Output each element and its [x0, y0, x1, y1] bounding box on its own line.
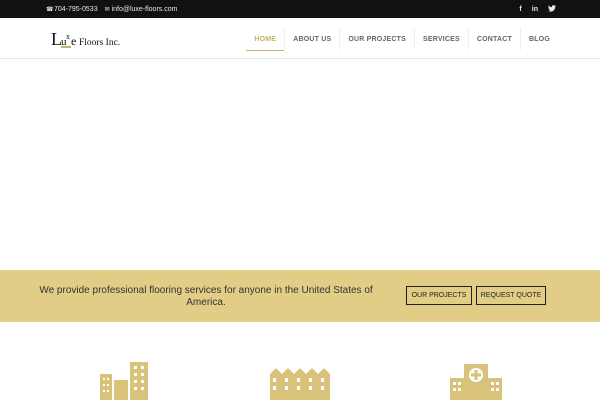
svg-text:e: e — [71, 34, 76, 48]
contact-info: ☎ 704-795-0533 ✉ info@luxe-floors.com — [46, 0, 183, 18]
nav-our-projects[interactable]: OUR PROJECTS — [339, 28, 414, 50]
email-item[interactable]: ✉ info@luxe-floors.com — [104, 6, 178, 13]
site-logo[interactable]: L u x e Floors Inc. — [51, 28, 123, 50]
nav-blog[interactable]: BLOG — [519, 28, 558, 50]
our-projects-button[interactable]: OUR PROJECTS — [406, 286, 472, 305]
nav-about-us[interactable]: ABOUT US — [284, 28, 339, 50]
phone-item[interactable]: ☎ 704-795-0533 — [46, 6, 98, 13]
commercial-buildings-icon — [100, 362, 148, 400]
facebook-icon[interactable]: f — [519, 6, 521, 13]
svg-text:Floors Inc.: Floors Inc. — [79, 38, 120, 48]
phone-icon: ☎ — [46, 6, 54, 13]
apartment-buildings-icon — [270, 368, 330, 400]
top-bar: ☎ 704-795-0533 ✉ info@luxe-floors.com f … — [0, 0, 600, 18]
envelope-icon: ✉ — [104, 6, 110, 13]
main-nav: HOME ABOUT US OUR PROJECTS SERVICES CONT… — [246, 28, 558, 51]
nav-contact[interactable]: CONTACT — [467, 28, 520, 50]
linkedin-icon[interactable]: in — [532, 6, 538, 13]
hospital-icon — [450, 364, 502, 400]
site-header: L u x e Floors Inc. HOME ABOUT US OUR PR… — [0, 18, 600, 59]
request-quote-button[interactable]: REQUEST QUOTE — [476, 286, 546, 305]
twitter-icon[interactable] — [548, 4, 556, 14]
svg-text:x: x — [66, 32, 70, 41]
phone-number: 704-795-0533 — [54, 5, 98, 13]
nav-services[interactable]: SERVICES — [413, 28, 468, 50]
email-address: info@luxe-floors.com — [111, 5, 178, 13]
hero-area — [0, 59, 600, 270]
cta-text: We provide professional flooring service… — [39, 285, 373, 308]
social-links: f in — [519, 0, 556, 18]
logo-image: L u x e Floors Inc. — [51, 29, 120, 49]
nav-home[interactable]: HOME — [246, 28, 285, 51]
